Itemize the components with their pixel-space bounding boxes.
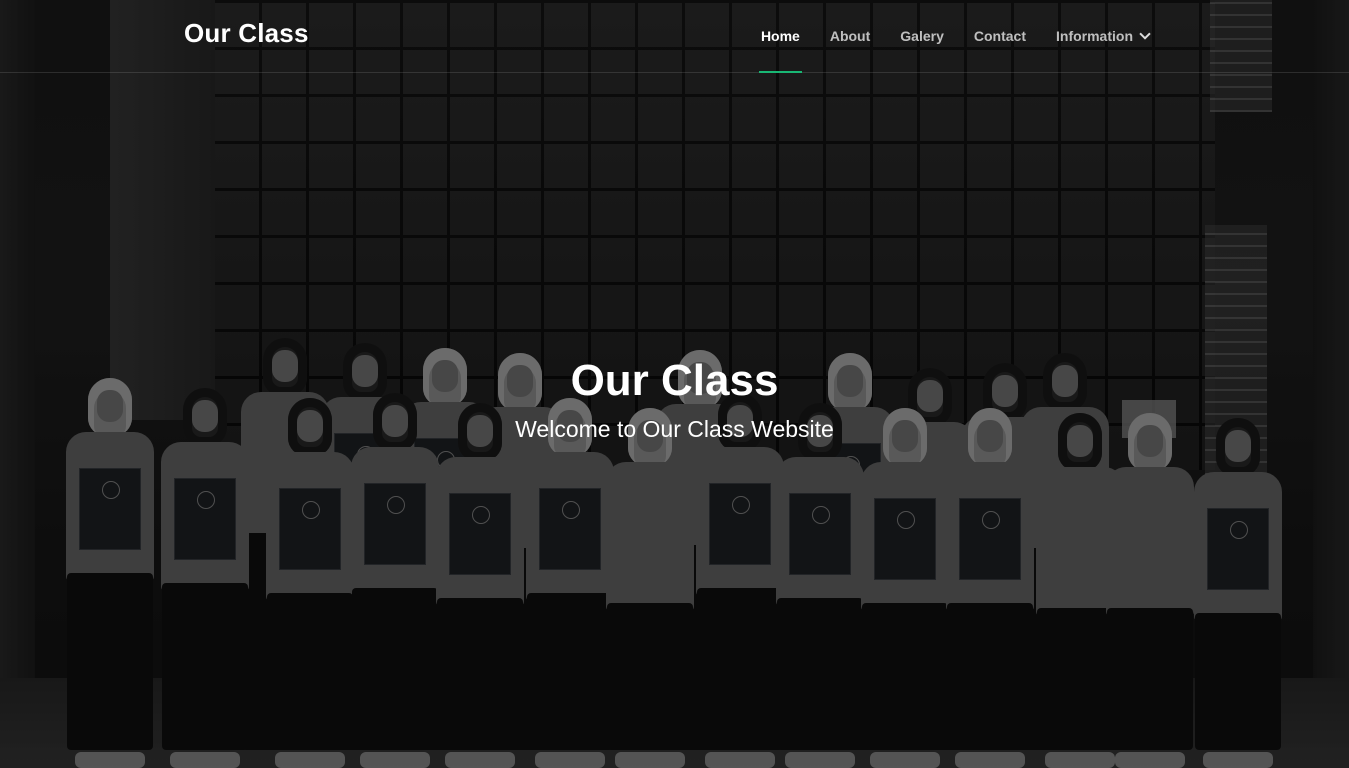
hero-title: Our Class (570, 356, 779, 405)
nav-link-contact[interactable]: Contact (974, 0, 1026, 72)
nav-link-about[interactable]: About (830, 0, 870, 72)
nav-link-label: Home (760, 28, 800, 44)
nav-link-label: Contact (973, 28, 1026, 44)
nav-link-galery[interactable]: Galery (900, 0, 944, 72)
nav-link-home[interactable]: Home (758, 0, 802, 73)
chevron-down-icon (1139, 28, 1151, 40)
nav-dropdown-information[interactable]: Information (1056, 0, 1151, 72)
top-navbar: Our Class Home About Galery Contact Info… (0, 0, 1349, 73)
nav-menu: Home About Galery Contact Information (731, 0, 1151, 73)
hero-subtitle: Welcome to Our Class Website (515, 416, 834, 442)
nav-link-label: About (829, 28, 871, 44)
hero-content: Our Class Welcome to Our Class Website (0, 352, 1349, 444)
brand-logo-link[interactable]: Our Class (184, 18, 309, 49)
nav-link-label: Information (1056, 28, 1133, 44)
nav-link-label: Galery (900, 28, 944, 44)
